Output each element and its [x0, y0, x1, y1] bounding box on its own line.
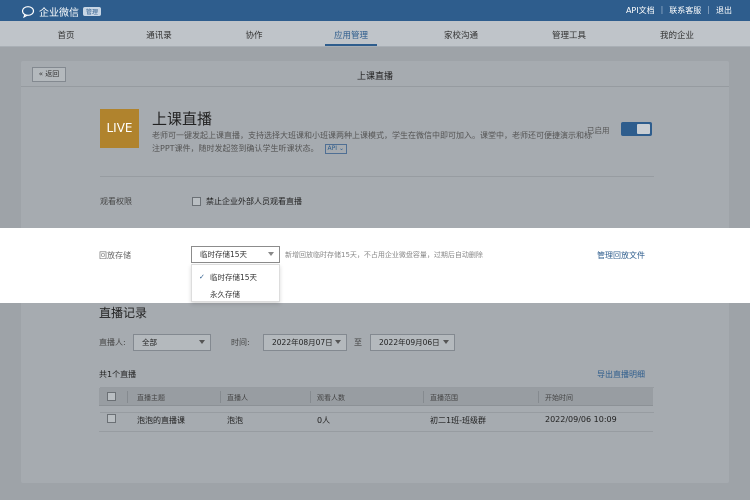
admin-badge: 管理: [83, 7, 102, 16]
chevron-down-icon: [199, 340, 205, 344]
cell-topic: 泡泡的直播课: [137, 416, 185, 425]
records-table-header: 直播主题 直播人 观看人数 直播范围 开始时间: [99, 388, 653, 406]
host-filter-value: 全部: [142, 338, 157, 347]
date-range-to: 至: [354, 338, 362, 347]
time-filter-label: 时间:: [231, 338, 250, 347]
column-divider: [310, 391, 311, 403]
logout-link[interactable]: 退出: [716, 5, 732, 16]
panel-header: « 返回 上课直播: [21, 61, 729, 87]
api-docs-link[interactable]: API文档: [626, 5, 655, 16]
column-header: 直播主题: [137, 394, 165, 402]
live-app-logo: LIVE: [100, 109, 139, 148]
cell-viewers: 0人: [317, 416, 331, 425]
storage-option-permanent[interactable]: 永久存储: [210, 289, 240, 300]
storage-setting-row: [0, 228, 750, 303]
column-header: 直播人: [227, 394, 248, 402]
block-external-checkbox[interactable]: [192, 197, 201, 206]
column-header: 直播范围: [430, 394, 458, 402]
column-divider: [423, 391, 424, 403]
nav-contacts[interactable]: 通讯录: [129, 29, 189, 41]
brand-logo[interactable]: 企业微信 管理: [21, 4, 102, 19]
row-checkbox[interactable]: [107, 414, 116, 423]
column-divider: [538, 391, 539, 403]
cell-start-time: 2022/09/06 10:09: [545, 415, 617, 424]
divider: |: [660, 5, 664, 14]
date-to-value: 2022年09月06日: [379, 338, 440, 347]
contact-support-link[interactable]: 联系客服: [669, 5, 701, 16]
block-external-label[interactable]: 禁止企业外部人员观看直播: [206, 196, 302, 207]
cell-host: 泡泡: [227, 416, 243, 425]
page-title: 上课直播: [356, 72, 393, 82]
host-filter-select[interactable]: 全部: [133, 334, 211, 351]
chevron-down-icon: [268, 252, 274, 256]
app-description-text: 老师可一键发起上课直播，支持选择大班课和小班课两种上课模式，学生在微信中即可加入…: [152, 131, 592, 153]
nav-my-company[interactable]: 我的企业: [647, 29, 707, 41]
nav-admin-tools[interactable]: 管理工具: [539, 29, 599, 41]
nav-home[interactable]: 首页: [36, 29, 96, 41]
manage-replay-files-link[interactable]: 管理回放文件: [597, 250, 645, 261]
storage-dropdown: ✓ 临时存储15天 永久存储: [191, 264, 280, 302]
app-name: 上课直播: [152, 110, 213, 128]
divider: [100, 176, 654, 177]
date-from-value: 2022年08月07日: [272, 338, 333, 347]
storage-option-temporary[interactable]: 临时存储15天: [210, 272, 257, 283]
table-row[interactable]: 泡泡的直播课 泡泡 0人 初二1班-班级群 2022/09/06 10:09: [99, 406, 653, 432]
top-bar: 企业微信 管理 API文档 | 联系客服 | 退出: [0, 0, 750, 21]
column-header: 观看人数: [317, 394, 345, 402]
nav-app-management[interactable]: 应用管理: [321, 29, 381, 41]
chevron-down-icon: [335, 340, 341, 344]
nav-home-school[interactable]: 家校沟通: [431, 29, 491, 41]
brand-name: 企业微信: [39, 8, 79, 19]
host-filter-label: 直播人:: [99, 338, 126, 347]
wecom-logo-icon: [21, 5, 35, 18]
date-to-select[interactable]: 2022年09月06日: [370, 334, 455, 351]
nav-collaboration[interactable]: 协作: [224, 29, 284, 41]
api-tag[interactable]: API ⌄: [324, 143, 347, 154]
column-divider: [127, 391, 128, 403]
app-description: 老师可一键发起上课直播，支持选择大班课和小班课两种上课模式，学生在微信中即可加入…: [152, 129, 592, 155]
date-from-select[interactable]: 2022年08月07日: [263, 334, 347, 351]
cell-scope: 初二1班-班级群: [430, 416, 486, 425]
storage-select-value: 临时存储15天: [200, 250, 248, 259]
storage-hint: 新增回放临时存储15天，不占用企业微盘容量，过期后自动删除: [285, 251, 483, 259]
top-links: API文档 | 联系客服 | 退出: [626, 5, 732, 16]
export-records-link[interactable]: 导出直播明细: [597, 369, 645, 380]
select-all-checkbox[interactable]: [107, 392, 116, 401]
permission-label: 观看权限: [100, 197, 132, 206]
divider: |: [707, 5, 710, 14]
records-count: 共1个直播: [99, 370, 137, 379]
column-divider: [220, 391, 221, 403]
chevron-down-icon: [443, 340, 449, 344]
enable-toggle[interactable]: [621, 122, 652, 136]
app-status-label: 已启用: [587, 126, 610, 135]
active-tab-indicator: [325, 44, 377, 46]
storage-select[interactable]: 临时存储15天: [191, 246, 280, 263]
toggle-knob: [637, 124, 650, 134]
column-header: 开始时间: [545, 394, 573, 402]
main-nav: 首页 通讯录 协作 应用管理 家校沟通 管理工具 我的企业: [0, 21, 750, 47]
records-title: 直播记录: [99, 306, 148, 320]
check-icon: ✓: [199, 273, 205, 281]
storage-label: 回放存储: [99, 251, 131, 260]
